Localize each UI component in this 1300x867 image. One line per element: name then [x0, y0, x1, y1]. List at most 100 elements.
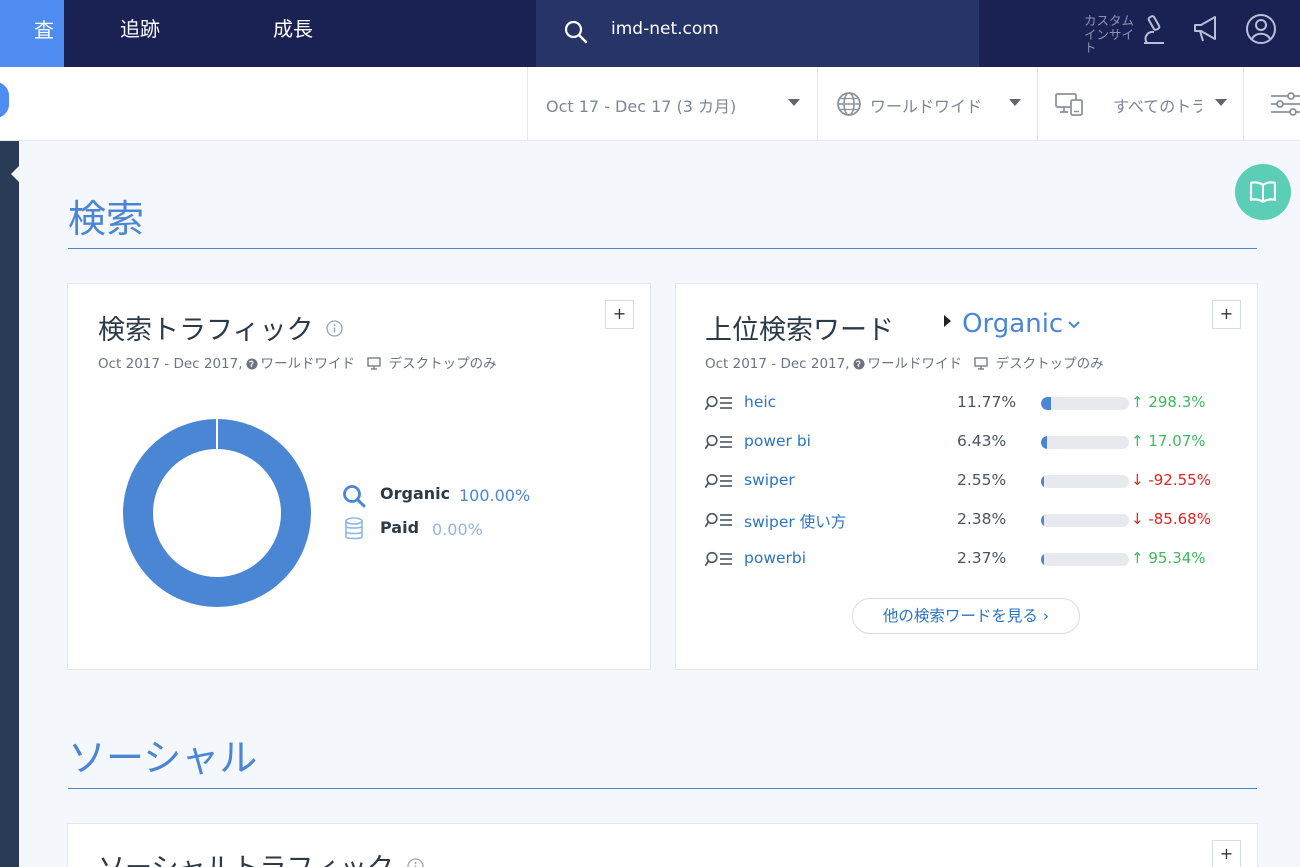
section-title-search: 検索 [68, 197, 145, 241]
card-subtitle: Oct 2017 - Dec 2017, ワールドワイド デスクトップのみ [98, 352, 497, 372]
keyword-link[interactable]: swiper [744, 471, 795, 489]
region-label: ワールドワイド [870, 97, 983, 116]
sliders-icon [1271, 92, 1300, 116]
keyword-share: 2.37% [957, 549, 1007, 567]
subtitle-device: デスクトップのみ [995, 356, 1104, 372]
subtitle-date: Oct 2017 - Dec 2017, [705, 356, 850, 372]
keyword-row[interactable]: swiper 使い方 2.38% ↓ -85.68% [705, 508, 1225, 532]
keyword-share: 6.43% [957, 432, 1007, 450]
subtitle-region: ワールドワイド [867, 356, 963, 372]
keyword-change: ↓ -85.68% [1131, 510, 1211, 528]
add-to-dashboard-button[interactable]: + [1212, 840, 1241, 867]
keyword-link[interactable]: powerbi [744, 549, 806, 567]
keyword-change: ↑ 298.3% [1131, 393, 1206, 411]
add-to-dashboard-button[interactable]: + [605, 300, 634, 329]
region-filter[interactable]: ワールドワイド [817, 67, 1037, 141]
card-subtitle: Oct 2017 - Dec 2017, ワールドワイド デスクトップのみ [705, 352, 1104, 372]
desktop-icon [367, 357, 381, 370]
database-icon [345, 517, 363, 540]
search-list-icon [705, 551, 732, 566]
section-divider [68, 788, 1257, 789]
site-search[interactable] [536, 0, 979, 67]
keyword-share: 2.38% [957, 510, 1007, 528]
share-bar [1041, 436, 1129, 449]
dropdown-value: Organic [962, 309, 1064, 339]
tab-growth[interactable]: 成長 [273, 0, 313, 60]
share-bar-fill [1041, 553, 1044, 566]
sidebar-notch [11, 166, 19, 182]
share-bar-fill [1041, 436, 1047, 449]
subtitle-date: Oct 2017 - Dec 2017, [98, 356, 243, 372]
search-input[interactable] [611, 19, 941, 39]
keyword-change: ↓ -92.55% [1131, 471, 1211, 489]
donut-slice-organic[interactable] [123, 419, 311, 607]
keyword-row[interactable]: power bi 6.43% ↑ 17.07% [705, 430, 1225, 454]
filter-bar: Oct 17 - Dec 17 (3 カ月) ワールドワイド すべてのトラフィッ… [0, 67, 1300, 141]
tab-active-label: 査 [34, 18, 54, 42]
microscope-icon[interactable] [1138, 13, 1168, 47]
date-range-label: Oct 17 - Dec 17 (3 カ月) [546, 97, 737, 116]
card-title: 上位検索ワード [705, 315, 894, 346]
legend-value: 100.00% [459, 486, 531, 505]
see-more-keywords-button[interactable]: 他の検索ワードを見る › [852, 598, 1080, 634]
globe-icon [837, 92, 861, 116]
keyword-link[interactable]: power bi [744, 432, 811, 450]
share-bar-fill [1041, 514, 1044, 527]
search-list-icon [705, 434, 732, 449]
chevron-down-icon [1215, 99, 1227, 106]
legend-paid: Paid 0.00% [342, 517, 562, 541]
info-icon[interactable] [326, 320, 343, 337]
share-bar-fill [1041, 397, 1052, 410]
chevron-down-icon [1068, 321, 1081, 329]
add-to-dashboard-button[interactable]: + [1212, 300, 1241, 329]
share-bar [1041, 475, 1129, 488]
search-list-icon [705, 473, 732, 488]
section-divider [68, 248, 1257, 249]
card-title: 検索トラフィック [98, 308, 343, 347]
card-title-text: ソーシャルトラフィック [98, 853, 394, 867]
megaphone-icon[interactable] [1191, 13, 1223, 47]
keyword-link[interactable]: swiper 使い方 [744, 510, 846, 532]
filter-settings[interactable] [1243, 67, 1300, 141]
keyword-type-dropdown[interactable]: Organic [944, 309, 1081, 339]
share-bar [1041, 553, 1129, 566]
keyword-change: ↑ 17.07% [1131, 432, 1206, 450]
section-title-social: ソーシャル [68, 736, 258, 780]
keyword-share: 11.77% [957, 393, 1017, 411]
search-icon [343, 485, 366, 508]
legend-organic: Organic 100.00% [342, 483, 562, 508]
share-bar-fill [1041, 475, 1044, 488]
globe-icon [853, 358, 865, 370]
guide-button[interactable] [1235, 164, 1291, 220]
tab-active[interactable]: 査 [0, 0, 64, 67]
devices-icon [1055, 93, 1083, 116]
caret-right-icon [944, 315, 951, 327]
search-traffic-donut-chart [123, 419, 311, 607]
custom-insights-label[interactable]: カスタムインサイト [1084, 14, 1134, 55]
keyword-change: ↑ 95.34% [1131, 549, 1206, 567]
legend-value: 0.00% [432, 520, 483, 539]
user-avatar-icon[interactable] [1245, 13, 1277, 45]
chevron-down-icon [788, 99, 800, 106]
globe-icon [246, 358, 258, 370]
top-nav: 査 追跡 成長 カスタムインサイト [0, 0, 1300, 67]
sidebar-collapsed[interactable] [0, 141, 19, 867]
tab-tracking[interactable]: 追跡 [120, 0, 160, 60]
keyword-row[interactable]: powerbi 2.37% ↑ 95.34% [705, 547, 1225, 571]
date-range-filter[interactable]: Oct 17 - Dec 17 (3 カ月) [527, 67, 817, 141]
keyword-link[interactable]: heic [744, 393, 776, 411]
card-title-text: 検索トラフィック [98, 315, 314, 346]
search-list-icon [705, 395, 732, 410]
traffic-filter[interactable]: すべてのトラフィック [1037, 67, 1243, 141]
traffic-label: すべてのトラフィック [1113, 97, 1202, 116]
subtitle-region: ワールドワイド [260, 356, 356, 372]
keyword-row[interactable]: swiper 2.55% ↓ -92.55% [705, 469, 1225, 493]
legend-label: Organic [380, 484, 451, 503]
search-icon [564, 20, 588, 44]
chevron-down-icon [1009, 99, 1021, 106]
desktop-icon [974, 357, 988, 370]
keyword-row[interactable]: heic 11.77% ↑ 298.3% [705, 391, 1225, 415]
sidebar-toggle[interactable] [0, 82, 9, 118]
info-icon[interactable] [406, 858, 424, 867]
share-bar [1041, 514, 1129, 527]
